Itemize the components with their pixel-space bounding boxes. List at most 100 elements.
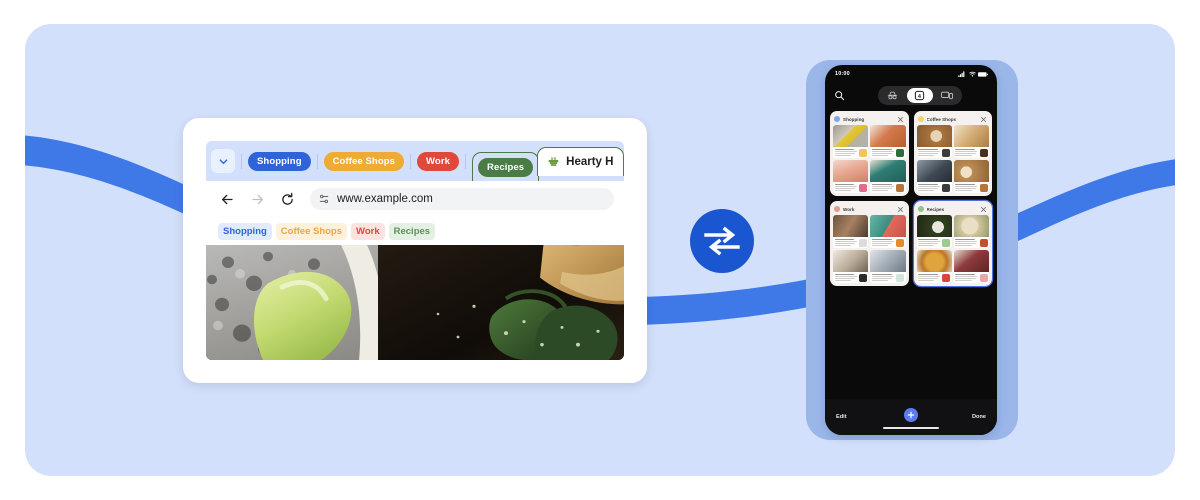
address-bar-url: www.example.com bbox=[337, 193, 433, 205]
close-icon[interactable] bbox=[980, 116, 987, 123]
tune-icon[interactable] bbox=[318, 193, 330, 205]
tab-thumbnail[interactable] bbox=[953, 250, 989, 283]
arrow-back-icon bbox=[221, 194, 233, 204]
tab-favicon bbox=[896, 273, 904, 282]
tab-group-card-shopping[interactable]: Shopping bbox=[830, 111, 909, 196]
tab-thumbnail[interactable] bbox=[953, 215, 989, 248]
done-button[interactable]: Done bbox=[972, 414, 986, 420]
thumbnail-image bbox=[916, 160, 952, 182]
svg-text:4: 4 bbox=[918, 93, 921, 99]
tab-favicon bbox=[896, 238, 904, 247]
tab-divider bbox=[465, 153, 467, 169]
tab-thumbnail[interactable] bbox=[870, 125, 906, 158]
arrow-forward-icon bbox=[251, 194, 263, 204]
thumbnail-image bbox=[916, 125, 952, 147]
thumbnail-image bbox=[833, 125, 869, 147]
thumbnail-image bbox=[870, 215, 906, 237]
battery-icon bbox=[978, 71, 988, 77]
card-thumbnails bbox=[916, 125, 989, 193]
group-title: Work bbox=[843, 206, 855, 212]
card-header: Shopping bbox=[833, 114, 906, 125]
close-icon[interactable] bbox=[897, 206, 904, 213]
tab-thumbnail[interactable] bbox=[916, 125, 952, 158]
tab-favicon bbox=[979, 148, 988, 157]
tab-thumbnail[interactable] bbox=[953, 125, 989, 158]
group-color-dot bbox=[917, 206, 924, 212]
active-browser-tab[interactable]: Hearty Herb bbox=[537, 146, 624, 176]
search-icon[interactable] bbox=[834, 90, 845, 101]
close-icon[interactable] bbox=[897, 116, 904, 123]
group-color-dot bbox=[834, 206, 840, 212]
bookmark-recipes[interactable]: Recipes bbox=[388, 222, 436, 240]
tab-group-card-coffee-shops[interactable]: Coffee Shops bbox=[913, 111, 992, 196]
tab-favicon bbox=[858, 273, 867, 282]
phone-tab-switcher-topbar: 4 bbox=[825, 83, 997, 107]
tab-thumbnail[interactable] bbox=[833, 250, 869, 283]
segment-tab-groups[interactable]: 4 bbox=[906, 87, 933, 103]
wifi-icon bbox=[968, 71, 976, 77]
segment-synced-tabs[interactable] bbox=[934, 88, 960, 103]
edit-button[interactable]: Edit bbox=[836, 414, 847, 420]
bookmarks-bar: Shopping Coffee Shops Work Recipes bbox=[206, 217, 624, 245]
tab-thumbnail[interactable] bbox=[870, 215, 906, 248]
thumbnail-image bbox=[833, 250, 869, 272]
chevron-down-icon bbox=[219, 158, 227, 164]
tab-thumbnail[interactable] bbox=[870, 250, 906, 283]
tab-favicon bbox=[979, 183, 988, 192]
tab-group-grid: Shopping Coffee Shops Work Recipes bbox=[825, 107, 997, 290]
tab-favicon bbox=[942, 273, 951, 282]
thumbnail-image bbox=[870, 125, 906, 147]
tab-thumbnail[interactable] bbox=[916, 215, 952, 248]
active-tab-group-wrap: Recipes bbox=[472, 141, 540, 181]
tab-group-coffee-shops[interactable]: Coffee Shops bbox=[323, 151, 405, 171]
reload-icon bbox=[281, 192, 293, 205]
tab-favicon bbox=[858, 148, 867, 157]
close-icon[interactable] bbox=[980, 206, 987, 213]
group-color-dot bbox=[917, 116, 924, 122]
tab-group-card-work[interactable]: Work bbox=[830, 201, 909, 286]
card-thumbnails bbox=[833, 125, 906, 193]
address-bar[interactable]: www.example.com bbox=[310, 188, 614, 210]
back-button[interactable] bbox=[216, 188, 238, 210]
devices-icon bbox=[940, 91, 953, 99]
tab-thumbnail[interactable] bbox=[833, 215, 869, 248]
reload-button[interactable] bbox=[276, 188, 298, 210]
page-content-photo bbox=[206, 245, 624, 360]
group-title: Shopping bbox=[843, 116, 865, 122]
tab-thumbnail[interactable] bbox=[833, 160, 869, 193]
sync-badge bbox=[690, 209, 754, 273]
bookmark-work[interactable]: Work bbox=[351, 222, 385, 240]
tab-favicon bbox=[979, 273, 988, 282]
tab-thumbnail[interactable] bbox=[916, 160, 952, 193]
tab-favicon bbox=[942, 238, 951, 247]
tab-favicon bbox=[942, 183, 951, 192]
new-tab-button[interactable] bbox=[904, 408, 918, 422]
tab-divider bbox=[316, 153, 318, 169]
status-clock: 10:00 bbox=[835, 71, 850, 77]
tablet-screen: Shopping Coffee Shops Work Recipes Heart… bbox=[206, 141, 624, 360]
bookmark-coffee-shops[interactable]: Coffee Shops bbox=[275, 222, 348, 240]
tab-thumbnail[interactable] bbox=[870, 160, 906, 193]
tab-group-shopping[interactable]: Shopping bbox=[248, 151, 311, 171]
tab-favicon bbox=[979, 238, 988, 247]
cellular-signal-icon bbox=[958, 71, 965, 77]
tab-thumbnail[interactable] bbox=[916, 250, 952, 283]
tab-group-recipes[interactable]: Recipes bbox=[478, 157, 534, 177]
forward-button[interactable] bbox=[246, 188, 268, 210]
tab-group-work[interactable]: Work bbox=[417, 151, 460, 171]
tab-group-chevron-down-icon[interactable] bbox=[211, 149, 235, 173]
tab-divider bbox=[241, 153, 242, 169]
plus-icon bbox=[907, 411, 915, 419]
thumbnail-image bbox=[870, 160, 906, 182]
thumbnail-image bbox=[833, 215, 869, 237]
tab-thumbnail[interactable] bbox=[833, 125, 869, 158]
tab-group-card-recipes[interactable]: Recipes bbox=[912, 200, 993, 287]
tab-thumbnail[interactable] bbox=[953, 160, 989, 193]
tab-count-icon: 4 bbox=[914, 90, 925, 100]
bookmark-shopping[interactable]: Shopping bbox=[218, 222, 272, 240]
browser-toolbar: www.example.com bbox=[206, 181, 624, 217]
segment-incognito-tabs[interactable] bbox=[880, 88, 906, 103]
phone-device: 10:00 4 Shopping Coffee Shops Work Recip… bbox=[806, 60, 1018, 440]
swap-sync-arrows-icon bbox=[704, 226, 740, 256]
thumbnail-image bbox=[916, 250, 952, 272]
